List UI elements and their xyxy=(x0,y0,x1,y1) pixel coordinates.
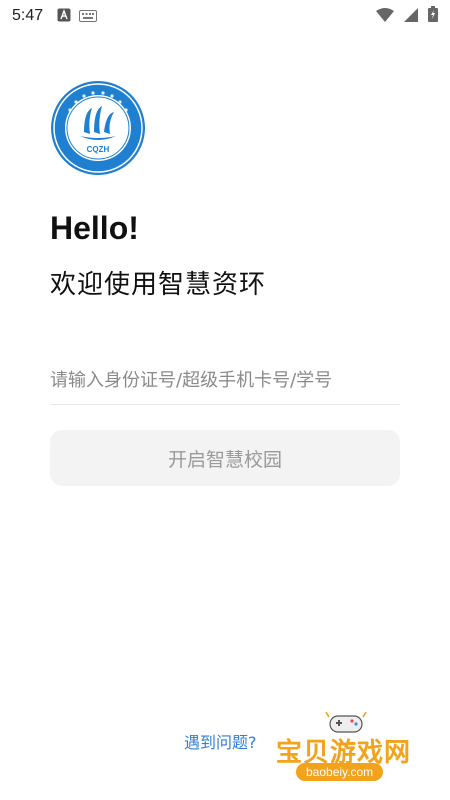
logo-text: CQZH xyxy=(87,145,110,154)
status-left: 5:47 xyxy=(12,7,98,26)
app-notification-icon xyxy=(57,7,71,26)
help-link[interactable]: 遇到问题? xyxy=(184,729,257,753)
wifi-icon xyxy=(376,7,394,26)
school-logo-emblem-icon: CQZH xyxy=(51,81,145,175)
keyboard-icon xyxy=(79,7,98,26)
status-right xyxy=(376,6,438,26)
start-smart-campus-button[interactable]: 开启智慧校园 xyxy=(50,430,400,486)
watermark-url: baobeiy.com xyxy=(296,763,384,781)
greeting-subtitle: 欢迎使用智慧资环 xyxy=(50,270,267,300)
id-number-input[interactable] xyxy=(50,356,400,405)
cellular-signal-icon xyxy=(404,7,418,26)
school-logo: CQZH xyxy=(50,80,146,176)
status-time: 5:47 xyxy=(12,7,44,24)
status-bar: 5:47 xyxy=(0,0,450,32)
status-icons-left xyxy=(57,7,98,26)
battery-icon xyxy=(428,6,438,26)
site-watermark: 宝贝游戏网 baobeiy.com xyxy=(268,708,428,784)
greeting-title: Hello! xyxy=(50,210,139,246)
